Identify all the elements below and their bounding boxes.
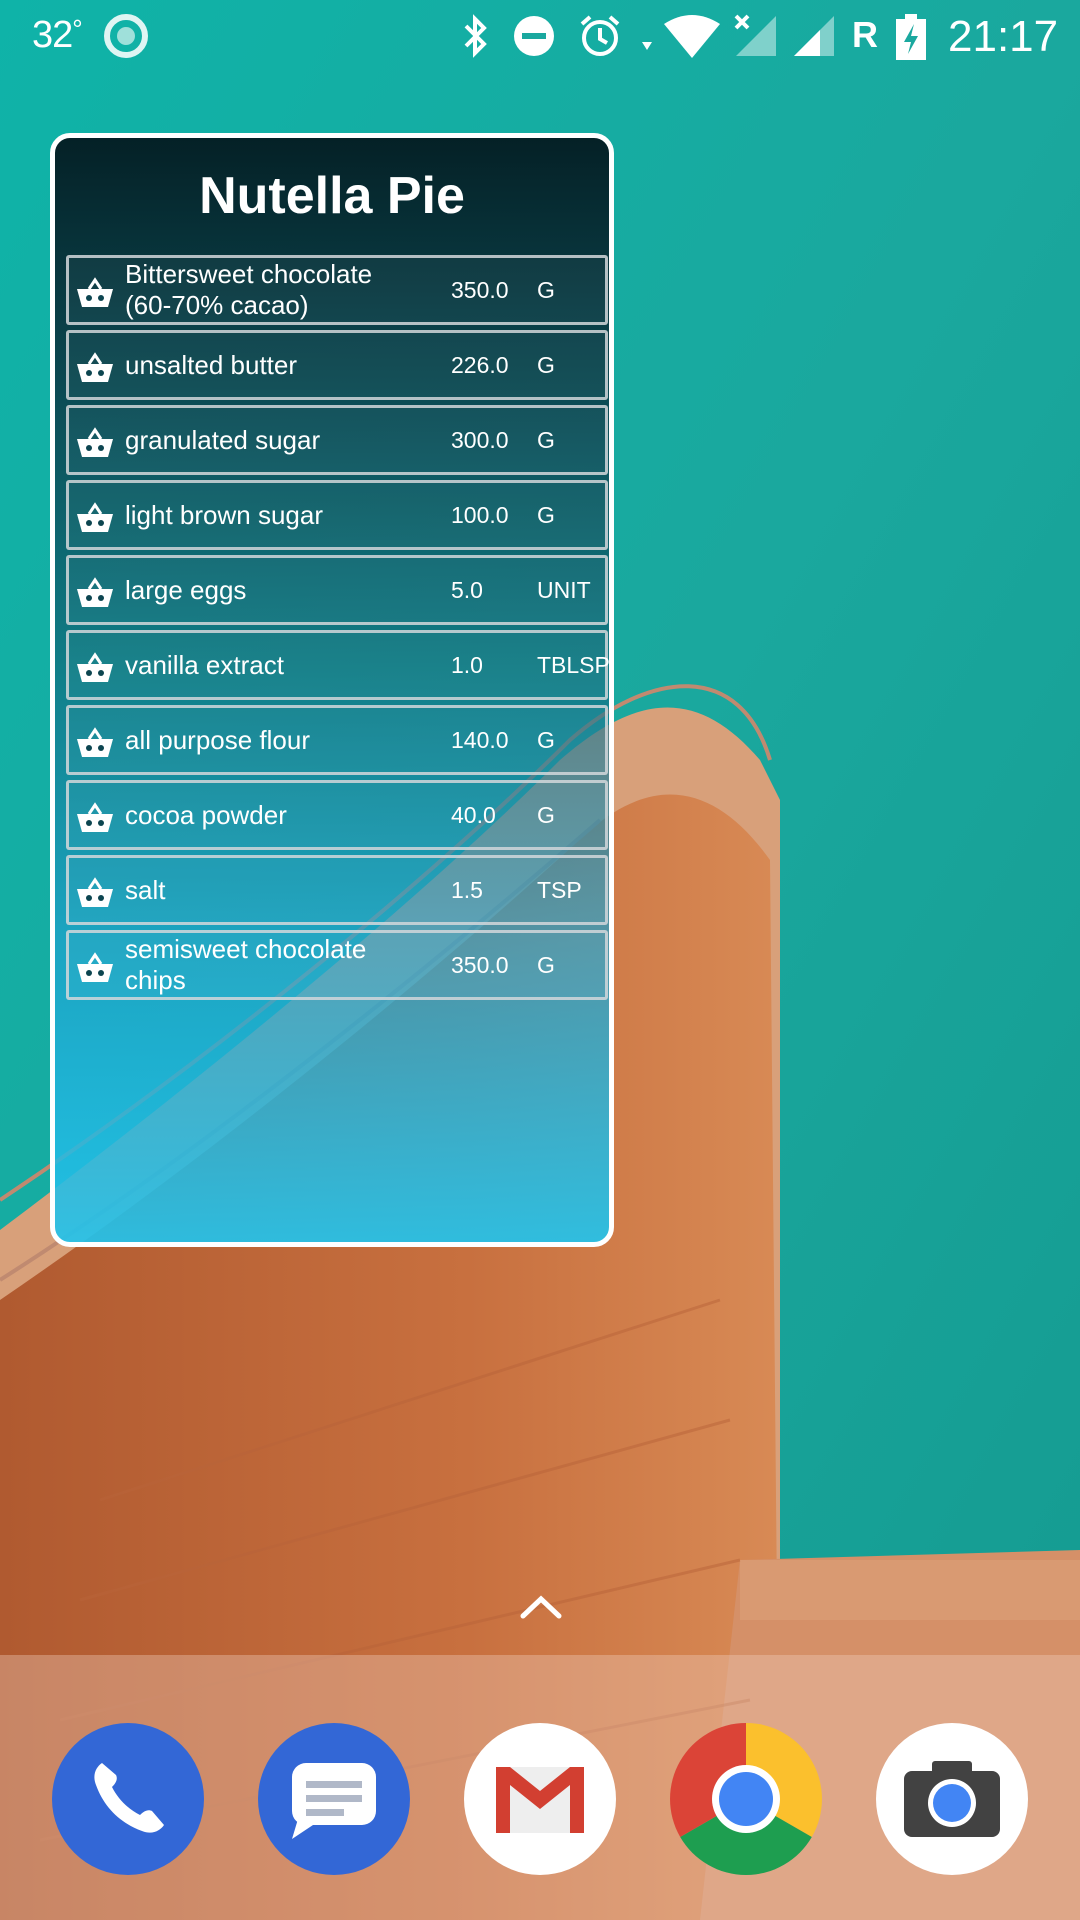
shopping-basket-icon [77, 352, 113, 382]
ingredient-name: salt [125, 874, 166, 905]
ingredient-row[interactable]: large eggs 5.0 UNIT [66, 555, 608, 625]
ingredient-name: vanilla extract [125, 649, 284, 680]
camera-app-icon[interactable] [876, 1723, 1028, 1875]
phone-app-icon[interactable] [52, 1723, 204, 1875]
ingredient-quantity: 100.0 [451, 501, 509, 528]
ingredient-quantity: 350.0 [451, 276, 509, 303]
ingredient-quantity: 1.5 [451, 876, 483, 903]
ingredient-quantity: 226.0 [451, 351, 509, 378]
weather-icon [104, 14, 148, 58]
ingredient-unit: G [537, 426, 555, 453]
ingredient-unit: TSP [537, 876, 582, 903]
bluetooth-icon [464, 14, 487, 58]
ingredient-name: unsalted butter [125, 349, 298, 380]
ingredient-quantity: 40.0 [451, 801, 496, 828]
ingredient-quantity: 1.0 [451, 651, 483, 678]
ingredient-unit: TBLSP [537, 651, 610, 678]
ingredient-quantity: 5.0 [451, 576, 483, 603]
ingredient-name: light brown sugar [125, 499, 323, 530]
shopping-basket-icon [77, 652, 113, 682]
clock: 21:17 [948, 12, 1059, 61]
ingredient-name: Bittersweet chocolate (60-70% cacao) [125, 259, 373, 320]
ingredient-unit: G [537, 726, 555, 753]
ingredient-name: cocoa powder [125, 799, 287, 830]
alarm-icon [580, 15, 620, 56]
ingredient-row[interactable]: light brown sugar 100.0 G [66, 480, 608, 550]
shopping-basket-icon [77, 277, 113, 307]
ingredient-quantity: 300.0 [451, 426, 509, 453]
ingredient-row[interactable]: Bittersweet chocolate (60-70% cacao) 350… [66, 255, 608, 325]
ingredient-name: semisweet chocolate chips [125, 934, 367, 995]
ingredient-row[interactable]: semisweet chocolate chips 350.0 G [66, 930, 608, 1000]
ingredient-unit: G [537, 501, 555, 528]
ingredient-unit: G [537, 276, 555, 303]
ingredient-name: large eggs [125, 574, 247, 605]
signal-no-sim-icon [734, 14, 776, 56]
ingredient-row[interactable]: all purpose flour 140.0 G [66, 705, 608, 775]
ingredient-row[interactable]: salt 1.5 TSP [66, 855, 608, 925]
ingredient-unit: G [537, 351, 555, 378]
chrome-app-icon[interactable] [670, 1723, 822, 1875]
shopping-basket-icon [77, 502, 113, 532]
shopping-basket-icon [77, 427, 113, 457]
ingredient-row[interactable]: vanilla extract 1.0 TBLSP [66, 630, 610, 700]
ingredient-unit: G [537, 801, 555, 828]
messages-app-icon[interactable] [258, 1723, 410, 1875]
ingredient-row[interactable]: cocoa powder 40.0 G [66, 780, 608, 850]
shopping-basket-icon [77, 952, 113, 982]
battery-charging-icon [896, 14, 926, 60]
recipe-widget[interactable]: Nutella Pie Bittersweet chocolate (60-70… [50, 133, 614, 1247]
ingredient-name: all purpose flour [125, 724, 310, 755]
shopping-basket-icon [77, 577, 113, 607]
roaming-indicator: R [852, 14, 878, 55]
status-bar: 32° R 21:17 [0, 0, 1080, 72]
recipe-title: Nutella Pie [199, 167, 465, 225]
temperature-unit: ° [72, 14, 82, 44]
signal-icon [794, 16, 834, 56]
do-not-disturb-icon [514, 16, 554, 56]
ingredient-row[interactable]: unsalted butter 226.0 G [66, 330, 608, 400]
ingredient-quantity: 350.0 [451, 951, 509, 978]
shopping-basket-icon [77, 727, 113, 757]
ingredient-quantity: 140.0 [451, 726, 509, 753]
ingredient-name: granulated sugar [125, 424, 321, 455]
chevron-up-icon[interactable] [518, 1592, 564, 1622]
temperature-readout: 32° [32, 14, 83, 57]
shopping-basket-icon [77, 802, 113, 832]
shopping-basket-icon [77, 877, 113, 907]
wifi-icon [642, 15, 720, 58]
ingredient-row[interactable]: granulated sugar 300.0 G [66, 405, 608, 475]
temperature-value: 32 [32, 14, 73, 56]
ingredient-unit: G [537, 951, 555, 978]
ingredient-unit: UNIT [537, 576, 591, 603]
gmail-app-icon[interactable] [464, 1723, 616, 1875]
